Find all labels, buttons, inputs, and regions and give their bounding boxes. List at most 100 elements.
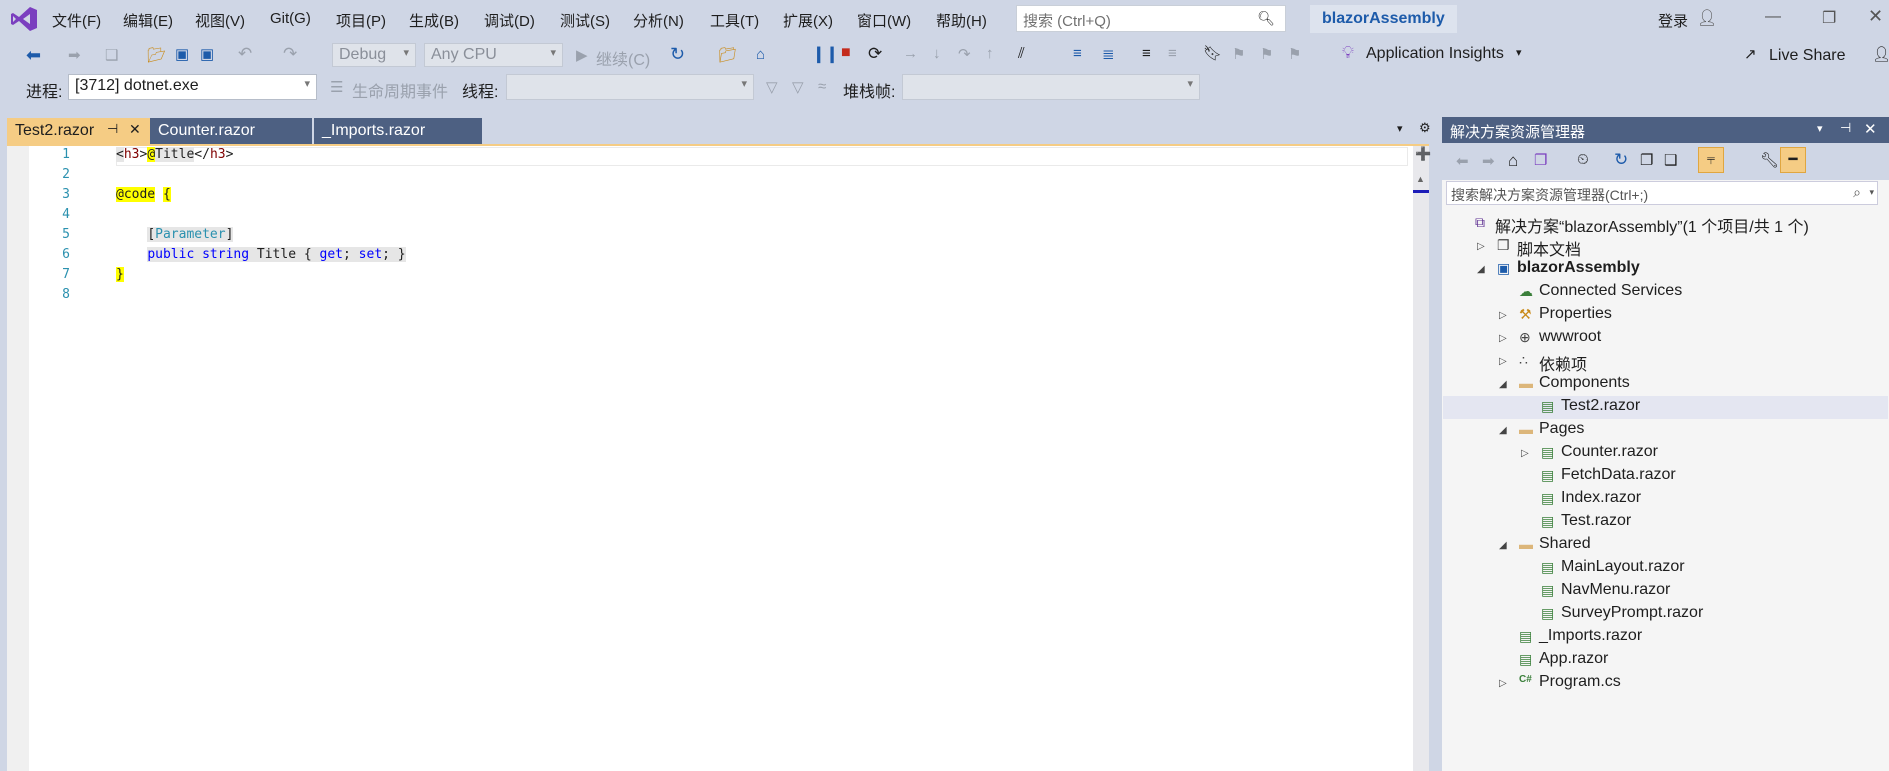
lifecycle-events-icon[interactable]: ☰: [330, 78, 343, 96]
bookmark-clear-icon[interactable]: ⚑: [1288, 45, 1301, 63]
pin-icon[interactable]: ⊣: [107, 121, 118, 137]
menu-git[interactable]: Git(G): [270, 10, 311, 27]
menu-help[interactable]: 帮助(H): [936, 10, 987, 31]
close-window-icon[interactable]: ✕: [1868, 6, 1883, 27]
tree-row[interactable]: [1443, 350, 1888, 373]
collapsed-arrow-icon[interactable]: ▷: [1499, 678, 1507, 689]
tab-list-chevron-icon[interactable]: ▾: [1397, 122, 1403, 135]
restore-icon[interactable]: ❐: [1822, 8, 1836, 28]
tree-row[interactable]: [1443, 304, 1888, 327]
filter-flag-icon[interactable]: ▽: [792, 78, 804, 96]
expanded-arrow-icon[interactable]: ◢: [1499, 540, 1507, 551]
outdent-icon[interactable]: ≡: [1168, 45, 1177, 62]
switch-views-icon[interactable]: ❐: [1534, 151, 1547, 169]
menu-edit[interactable]: 编辑(E): [123, 10, 173, 31]
live-share-icon[interactable]: ↗: [1744, 45, 1757, 63]
solution-explorer-search-input[interactable]: 搜索解决方案资源管理器(Ctrl+;) ⌕ ▾: [1446, 181, 1878, 205]
menu-build[interactable]: 生成(B): [409, 10, 459, 31]
save-all-icon[interactable]: ▣: [200, 45, 214, 63]
open-file-icon[interactable]: 📂︎: [147, 46, 166, 64]
show-next-statement-icon[interactable]: →: [903, 45, 918, 62]
code-line-7[interactable]: }: [116, 267, 124, 282]
close-icon[interactable]: ✕: [1864, 120, 1877, 138]
tree-row[interactable]: [1443, 672, 1888, 695]
forward-icon[interactable]: ➡︎: [68, 46, 81, 64]
split-icon[interactable]: ➕: [1415, 146, 1431, 162]
chevron-down-icon[interactable]: ▾: [1516, 46, 1522, 59]
step-out-icon[interactable]: ↑: [986, 45, 994, 62]
toggle-icon-a[interactable]: ≡: [1073, 45, 1082, 62]
tab-counter-razor[interactable]: Counter.razor: [150, 118, 312, 144]
close-icon[interactable]: ✕: [129, 121, 141, 138]
filter-icon[interactable]: ▽: [766, 78, 778, 96]
menu-view[interactable]: 视图(V): [195, 10, 245, 31]
process-dropdown[interactable]: [3712] dotnet.exe ▾: [68, 74, 317, 100]
menu-extensions[interactable]: 扩展(X): [783, 10, 833, 31]
search-input[interactable]: 搜索 (Ctrl+Q) 🔍︎: [1016, 5, 1286, 32]
menu-debug[interactable]: 调试(D): [484, 10, 535, 31]
hot-reload-icon[interactable]: ⫽: [1018, 45, 1025, 62]
code-line-6[interactable]: public string Title { get; set; }: [116, 247, 406, 262]
tree-row[interactable]: [1443, 396, 1888, 419]
code-line-3[interactable]: @code {: [116, 187, 171, 202]
forward-icon[interactable]: ➡︎: [1482, 152, 1495, 170]
tree-row[interactable]: [1443, 235, 1888, 258]
configuration-dropdown[interactable]: Debug ▾: [332, 43, 416, 67]
refresh-icon[interactable]: ↻: [670, 44, 685, 65]
code-line-5[interactable]: [Parameter]: [116, 227, 234, 242]
collapsed-arrow-icon[interactable]: ▷: [1499, 333, 1507, 344]
bookmark-icon[interactable]: 🔖︎: [1203, 44, 1222, 62]
wrench-icon[interactable]: 🔧︎: [1760, 151, 1779, 169]
play-icon[interactable]: ▶: [576, 46, 588, 64]
flag-threads-icon[interactable]: ≈: [818, 78, 826, 95]
chevron-down-icon[interactable]: ▾: [1869, 187, 1874, 198]
tree-row[interactable]: [1443, 649, 1888, 672]
code-line-1[interactable]: <h3>@Title</h3>: [116, 147, 233, 162]
gear-icon[interactable]: ⚙: [1419, 120, 1431, 136]
menu-test[interactable]: 测试(S): [560, 10, 610, 31]
expanded-arrow-icon[interactable]: ◢: [1499, 379, 1507, 390]
window-menu-chevron-icon[interactable]: ▾: [1817, 122, 1823, 135]
tab-imports-razor[interactable]: _Imports.razor: [314, 118, 482, 144]
live-share-button[interactable]: Live Share: [1769, 47, 1846, 65]
tree-row[interactable]: [1443, 373, 1888, 396]
collapsed-arrow-icon[interactable]: ▷: [1521, 448, 1529, 459]
menu-analyze[interactable]: 分析(N): [633, 10, 684, 31]
step-over-icon[interactable]: ↷: [958, 45, 971, 63]
lifecycle-events-button[interactable]: 生命周期事件: [352, 78, 448, 102]
scroll-up-icon[interactable]: ▲: [1416, 174, 1425, 184]
save-icon[interactable]: ▣: [175, 45, 189, 63]
redo-icon[interactable]: ↷: [283, 44, 297, 64]
minimize-icon[interactable]: —: [1765, 8, 1781, 26]
tab-test2-razor[interactable]: Test2.razor ⊣ ✕: [7, 118, 150, 144]
collapsed-arrow-icon[interactable]: ▷: [1477, 241, 1485, 252]
step-into-icon[interactable]: ↓: [933, 45, 941, 62]
application-insights-button[interactable]: Application Insights: [1366, 45, 1504, 63]
pending-changes-filter-icon[interactable]: ⏲︎: [1577, 151, 1589, 168]
tree-row[interactable]: [1443, 511, 1888, 534]
tree-row[interactable]: [1443, 534, 1888, 557]
collapse-all-icon[interactable]: ❐: [1640, 151, 1653, 169]
toggle-icon-b[interactable]: ≣: [1102, 45, 1115, 63]
browse-folder-icon[interactable]: 📁︎: [718, 46, 737, 64]
show-all-files-icon[interactable]: ❑: [1664, 151, 1677, 169]
browser-link-icon[interactable]: ⌂: [756, 46, 765, 63]
tree-row[interactable]: [1443, 442, 1888, 465]
login-link[interactable]: 登录: [1658, 10, 1688, 31]
tree-row[interactable]: [1443, 626, 1888, 649]
back-icon[interactable]: ⬅︎: [1456, 152, 1469, 170]
menu-tools[interactable]: 工具(T): [710, 10, 759, 31]
pin-icon[interactable]: ⊣: [1840, 120, 1851, 136]
lightbulb-icon[interactable]: 💡︎: [1342, 43, 1354, 63]
track-active-item-icon[interactable]: ⫧: [1698, 147, 1724, 173]
new-item-icon[interactable]: ❑: [105, 46, 118, 64]
platform-dropdown[interactable]: Any CPU ▾: [424, 43, 563, 67]
bookmark-prev-icon[interactable]: ⚑: [1232, 45, 1245, 63]
expanded-arrow-icon[interactable]: ◢: [1477, 264, 1485, 275]
tree-row[interactable]: [1443, 488, 1888, 511]
menu-project[interactable]: 项目(P): [336, 10, 386, 31]
account-icon[interactable]: 👤︎: [1697, 8, 1717, 28]
sync-icon[interactable]: ↻: [1614, 150, 1628, 170]
stop-icon[interactable]: ■: [841, 44, 851, 62]
tree-row[interactable]: [1443, 327, 1888, 350]
